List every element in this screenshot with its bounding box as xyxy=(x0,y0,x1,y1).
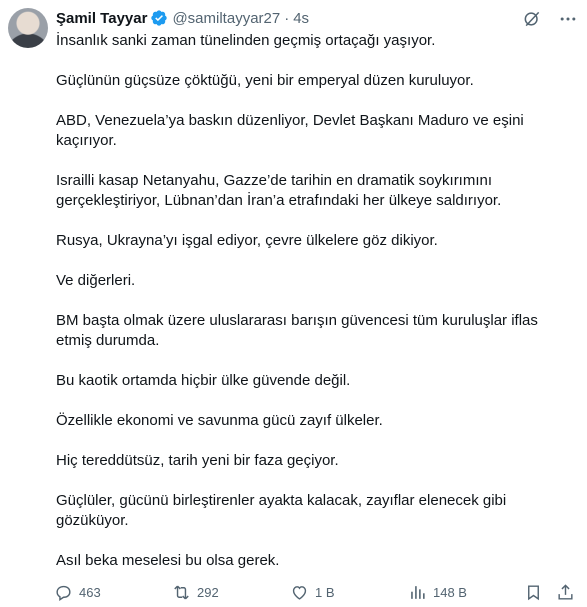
bookmark-icon xyxy=(528,584,539,600)
retweet-button[interactable]: 292 xyxy=(172,583,219,602)
tweet-paragraph: Rusya, Ukrayna’yı işgal ediyor, çevre ül… xyxy=(56,232,438,249)
tweet-text: İnsanlık sanki zaman tünelinden geçmiş o… xyxy=(56,31,561,591)
tweet-paragraph: Ve diğerleri. xyxy=(56,272,136,289)
reply-button[interactable]: 463 xyxy=(54,583,101,602)
like-button[interactable]: 1 B xyxy=(290,583,335,602)
verified-badge-icon xyxy=(150,9,168,27)
author-handle[interactable]: @samiltayyar27 xyxy=(172,10,280,27)
bookmark-button[interactable] xyxy=(524,583,543,602)
retweet-icon xyxy=(174,585,189,599)
views-icon xyxy=(411,585,425,599)
grok-icon[interactable] xyxy=(521,8,543,30)
share-button[interactable] xyxy=(556,583,575,602)
separator-dot: · xyxy=(284,9,290,27)
reply-count: 463 xyxy=(79,584,101,600)
tweet-paragraph: Hiç tereddütsüz, tarih yeni bir faza geç… xyxy=(56,452,339,469)
reply-icon xyxy=(56,585,71,601)
tweet-paragraph: Asıl beka meselesi bu olsa gerek. xyxy=(56,552,280,569)
views-count: 148 B xyxy=(433,584,467,600)
more-icon[interactable] xyxy=(557,8,579,30)
tweet: Şamil Tayyar @samiltayyar27 · 4s İnsanlı… xyxy=(0,0,587,607)
tweet-paragraph: Güçlünün güçsüze çöktüğü, yeni bir emper… xyxy=(56,72,474,89)
tweet-paragraph: İnsanlık sanki zaman tünelinden geçmiş o… xyxy=(56,32,436,49)
views-button[interactable]: 148 B xyxy=(408,583,467,602)
like-count: 1 B xyxy=(315,584,335,600)
tweet-paragraph: BM başta olmak üzere uluslararası barışı… xyxy=(56,312,538,349)
tweet-paragraph: Bu kaotik ortamda hiçbir ülke güvende de… xyxy=(56,372,351,389)
avatar[interactable] xyxy=(8,8,48,48)
author-name[interactable]: Şamil Tayyar xyxy=(56,10,147,27)
tweet-paragraph: Israilli kasap Netanyahu, Gazze’de tarih… xyxy=(56,172,502,209)
tweet-paragraph: ABD, Venezuela’ya baskın düzenliyor, Dev… xyxy=(56,112,524,149)
tweet-actions: 463 292 1 B 148 B xyxy=(54,580,579,604)
heart-icon xyxy=(292,585,307,600)
tweet-paragraph: Güçlüler, gücünü birleştirenler ayakta k… xyxy=(56,492,507,529)
tweet-top-actions xyxy=(521,8,579,30)
tweet-paragraph: Özellikle ekonomi ve savunma gücü zayıf … xyxy=(56,412,383,429)
share-icon xyxy=(558,583,573,600)
tweet-time[interactable]: 4s xyxy=(293,10,309,27)
retweet-count: 292 xyxy=(197,584,219,600)
tweet-header: Şamil Tayyar @samiltayyar27 · 4s xyxy=(56,7,309,29)
